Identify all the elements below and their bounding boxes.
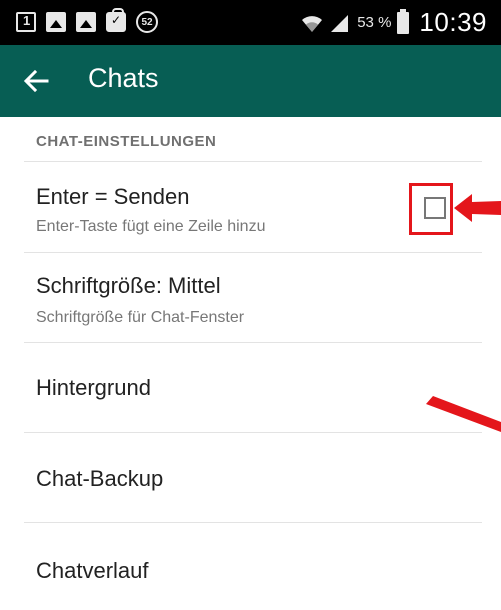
setting-title: Hintergrund [36,375,151,400]
setting-title: Enter = Senden [36,184,190,209]
status-bar: 52 53 % 10:39 [0,0,501,45]
red-arrow-icon [454,194,501,222]
divider [24,161,482,162]
status-bar-notifications: 52 [16,8,158,33]
red-highlight-box [409,183,453,235]
shopping-bag-icon [106,8,126,32]
gallery-icon [46,12,66,32]
setting-chat-backup[interactable]: Chat-Backup [0,433,501,522]
image-message-icon [76,12,96,32]
setting-font-size[interactable]: Schriftgröße: Mittel Schriftgröße für Ch… [0,253,501,342]
setting-title: Chatverlauf [36,558,149,583]
setting-subtitle: Schriftgröße für Chat-Fenster [36,309,245,326]
clock: 10:39 [419,7,487,37]
page-title: Chats [88,63,159,93]
status-bar-system: 53 % 10:39 [301,7,487,38]
red-stroke-mark [426,396,501,432]
setting-title: Chat-Backup [36,466,164,491]
section-header: CHAT-EINSTELLUNGEN [36,133,217,150]
setting-subtitle: Enter-Taste fügt eine Zeile hinzu [36,218,266,235]
battery-icon [397,8,410,34]
setting-chat-history[interactable]: Chatverlauf [0,523,501,610]
app-bar: Chats [0,45,501,117]
setting-title: Schriftgröße: Mittel [36,273,221,298]
arrow-left-icon[interactable] [22,67,50,95]
signal-icon [331,14,349,32]
notification-1-icon [16,12,36,32]
badge-52-icon: 52 [136,11,158,33]
wifi-icon [302,15,323,32]
battery-percent: 53 % [357,14,392,31]
